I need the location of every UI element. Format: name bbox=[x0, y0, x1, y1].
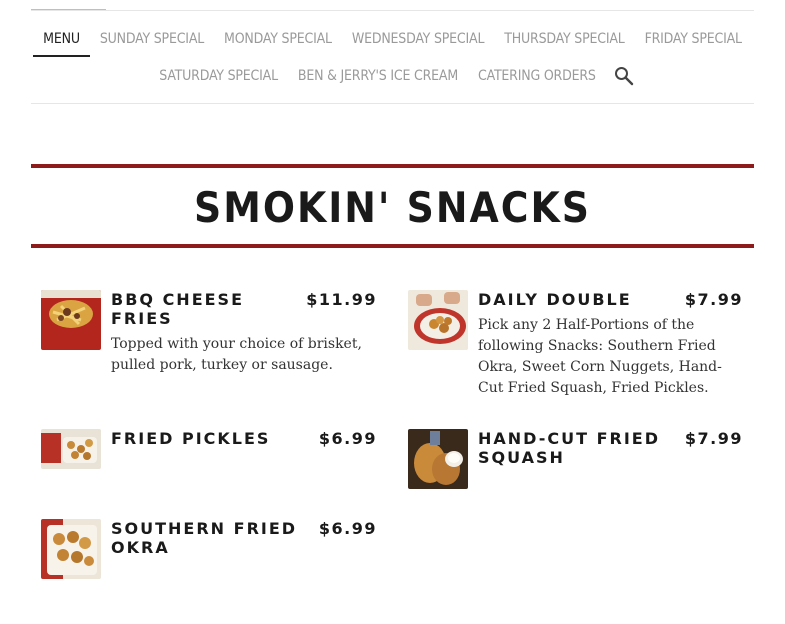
item-description: Pick any 2 Half-Portions of the followin… bbox=[478, 317, 722, 396]
item-name: BBQ CHEESE FRIES bbox=[111, 290, 245, 328]
item-header: HAND-CUT FRIED SQUASH $7.99 bbox=[478, 429, 743, 467]
menu-item-fried-pickles[interactable]: FRIED PICKLES $6.99 bbox=[41, 429, 377, 469]
nav-row-2: SATURDAY SPECIAL BEN & JERRY'S ICE CREAM… bbox=[31, 58, 754, 94]
item-price: $11.99 bbox=[306, 290, 377, 309]
item-price: $6.99 bbox=[318, 519, 377, 538]
nav-item-ice-cream[interactable]: BEN & JERRY'S ICE CREAM bbox=[288, 58, 468, 94]
item-info: DAILY DOUBLE $7.99 Pick any 2 Half-Porti… bbox=[478, 290, 743, 399]
item-header: FRIED PICKLES $6.99 bbox=[111, 429, 377, 448]
item-price: $6.99 bbox=[318, 429, 377, 448]
fried-squash-photo bbox=[408, 429, 468, 489]
item-name: HAND-CUT FRIED SQUASH bbox=[478, 429, 661, 467]
nav-row-1: MENU SUNDAY SPECIAL MONDAY SPECIAL WEDNE… bbox=[31, 20, 754, 58]
section-title: SMOKIN' SNACKS bbox=[194, 183, 591, 232]
section-band-bottom bbox=[31, 244, 754, 248]
fried-okra-photo bbox=[41, 519, 101, 579]
menu-item-bbq-cheese-fries[interactable]: BBQ CHEESE FRIES $11.99 Topped with your… bbox=[41, 290, 377, 376]
item-info: SOUTHERN FRIED OKRA $6.99 bbox=[111, 519, 377, 579]
fried-pickles-photo bbox=[41, 429, 101, 469]
item-name: SOUTHERN FRIED OKRA bbox=[111, 519, 298, 557]
menu-item-daily-double[interactable]: DAILY DOUBLE $7.99 Pick any 2 Half-Porti… bbox=[408, 290, 743, 399]
top-divider bbox=[31, 10, 754, 11]
item-info: FRIED PICKLES $6.99 bbox=[111, 429, 377, 469]
nav-item-friday-special[interactable]: FRIDAY SPECIAL bbox=[635, 21, 752, 57]
nav-item-monday-special[interactable]: MONDAY SPECIAL bbox=[214, 21, 342, 57]
nav-item-menu[interactable]: MENU bbox=[33, 21, 90, 57]
menu-item-hand-cut-fried-squash[interactable]: HAND-CUT FRIED SQUASH $7.99 bbox=[408, 429, 743, 489]
item-header: DAILY DOUBLE $7.99 bbox=[478, 290, 743, 309]
item-info: BBQ CHEESE FRIES $11.99 Topped with your… bbox=[111, 290, 377, 376]
nav-item-thursday-special[interactable]: THURSDAY SPECIAL bbox=[494, 21, 634, 57]
item-info: HAND-CUT FRIED SQUASH $7.99 bbox=[478, 429, 743, 489]
menu-nav: MENU SUNDAY SPECIAL MONDAY SPECIAL WEDNE… bbox=[31, 20, 754, 94]
item-header: SOUTHERN FRIED OKRA $6.99 bbox=[111, 519, 377, 557]
daily-double-photo bbox=[408, 290, 468, 350]
menu-item-southern-fried-okra[interactable]: SOUTHERN FRIED OKRA $6.99 bbox=[41, 519, 377, 579]
item-header: BBQ CHEESE FRIES $11.99 bbox=[111, 290, 377, 328]
nav-item-saturday-special[interactable]: SATURDAY SPECIAL bbox=[149, 58, 288, 94]
item-description: Topped with your choice of brisket, pull… bbox=[111, 336, 362, 373]
item-name: FRIED PICKLES bbox=[111, 429, 271, 448]
nav-divider bbox=[31, 103, 754, 104]
section-band-top bbox=[31, 164, 754, 168]
item-price: $7.99 bbox=[684, 290, 743, 309]
nav-item-sunday-special[interactable]: SUNDAY SPECIAL bbox=[90, 21, 214, 57]
item-name: DAILY DOUBLE bbox=[478, 290, 632, 309]
item-price: $7.99 bbox=[684, 429, 743, 448]
nav-item-catering-orders[interactable]: CATERING ORDERS bbox=[468, 58, 606, 94]
search-icon[interactable] bbox=[612, 64, 636, 88]
bbq-cheese-fries-photo bbox=[41, 290, 101, 350]
nav-item-wednesday-special[interactable]: WEDNESDAY SPECIAL bbox=[342, 21, 494, 57]
